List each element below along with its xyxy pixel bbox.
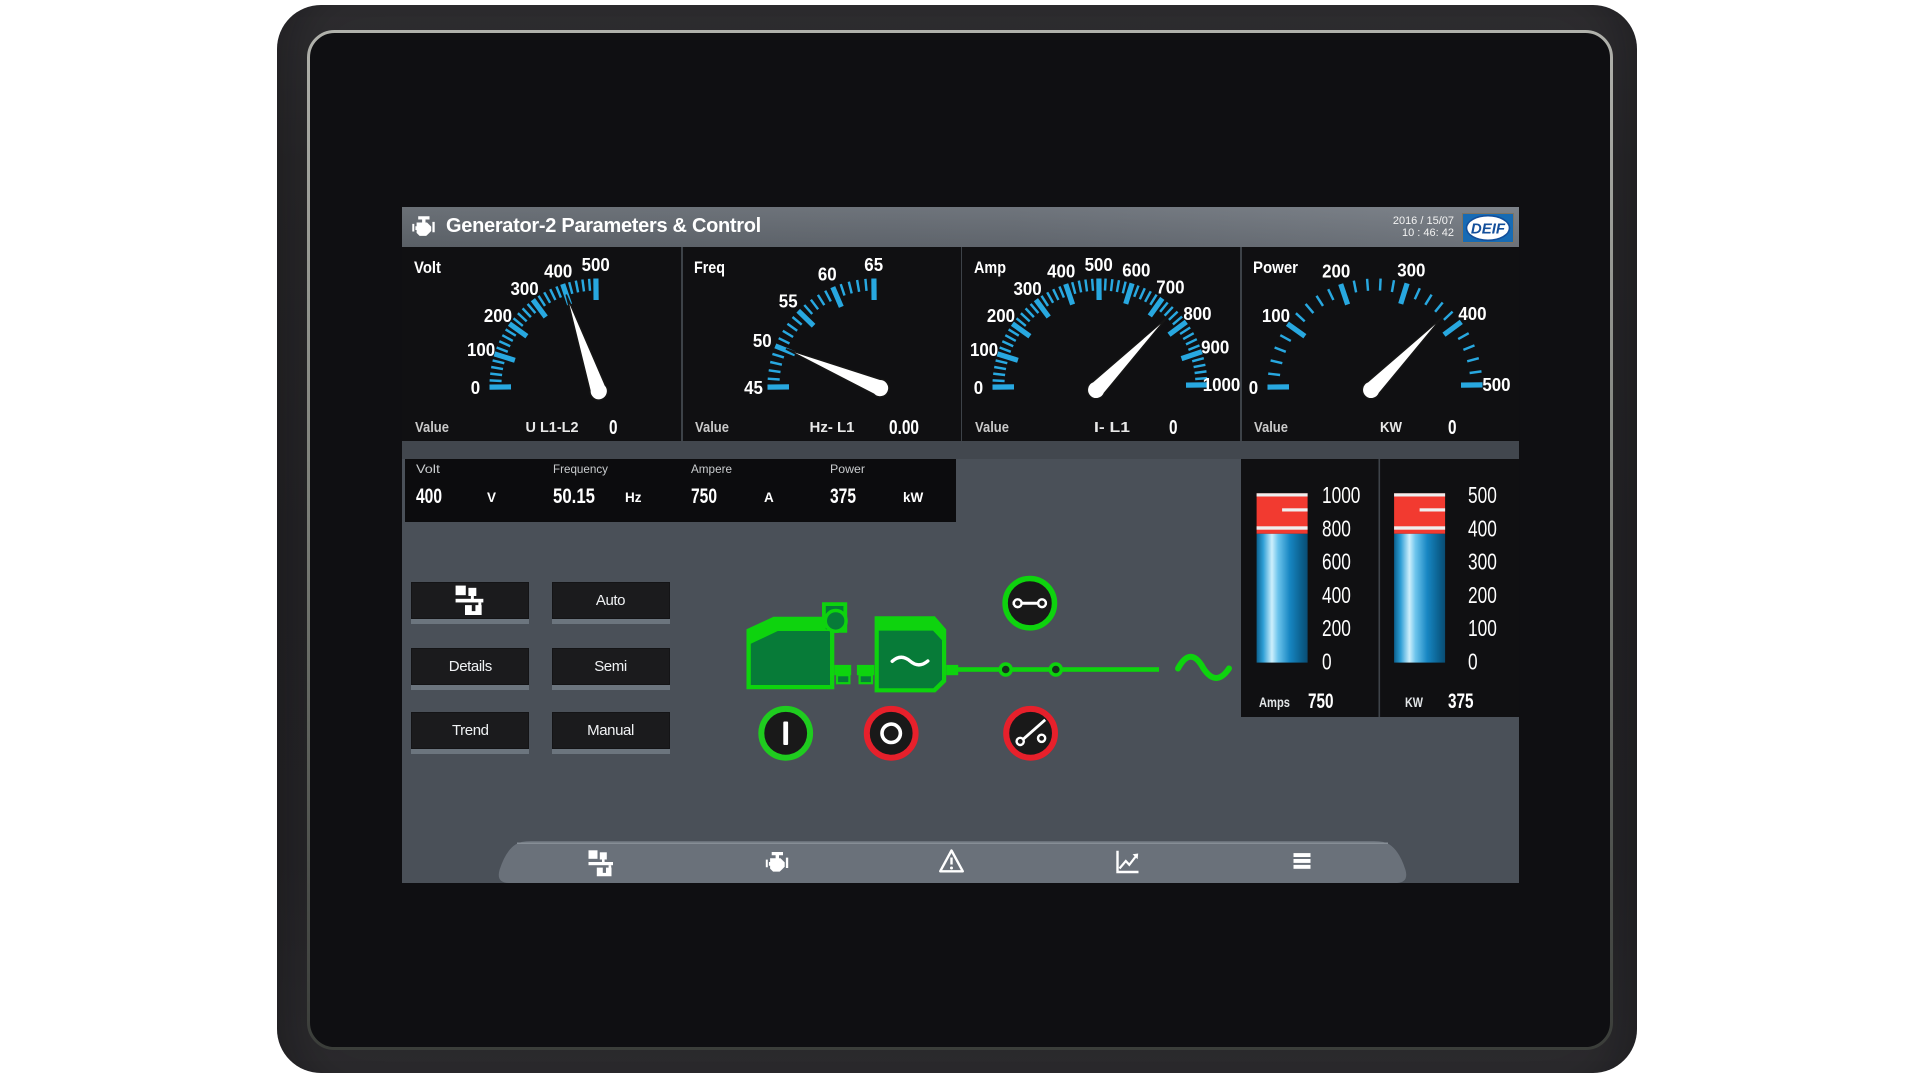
svg-text:100: 100 [467,340,495,360]
svg-text:0: 0 [1249,378,1258,398]
svg-text:400: 400 [544,261,572,281]
svg-text:600: 600 [1122,261,1150,281]
svg-text:Freq: Freq [694,259,725,277]
svg-text:300: 300 [1013,279,1041,299]
svg-text:0.00: 0.00 [889,417,919,439]
svg-text:55: 55 [779,292,798,312]
svg-text:Value: Value [695,420,729,436]
svg-text:100: 100 [1262,306,1290,326]
svg-text:DEIF: DEIF [1471,220,1506,237]
svg-text:0: 0 [1448,417,1457,439]
svg-text:I- L1: I- L1 [1094,419,1130,436]
svg-text:Value: Value [1254,420,1288,436]
svg-text:KW: KW [1380,419,1403,436]
svg-text:900: 900 [1201,338,1229,358]
svg-text:0: 0 [973,378,982,398]
svg-text:65: 65 [864,255,883,275]
svg-text:50: 50 [753,331,772,351]
svg-text:200: 200 [1322,261,1350,281]
svg-text:200: 200 [986,306,1014,326]
svg-text:400: 400 [1047,261,1075,281]
svg-text:200: 200 [484,306,512,326]
svg-text:Value: Value [415,420,449,436]
svg-text:1000: 1000 [1202,375,1239,395]
svg-text:500: 500 [582,255,610,275]
svg-text:45: 45 [744,378,763,398]
svg-text:100: 100 [970,340,998,360]
svg-text:Hz- L1: Hz- L1 [810,419,855,436]
svg-text:300: 300 [511,279,539,299]
svg-text:Power: Power [1253,259,1299,277]
svg-text:400: 400 [1458,304,1486,324]
svg-text:Value: Value [975,420,1009,436]
svg-text:300: 300 [1397,261,1425,281]
svg-text:60: 60 [818,265,837,285]
svg-text:0: 0 [471,378,480,398]
svg-text:0: 0 [1169,417,1178,439]
svg-text:800: 800 [1183,304,1211,324]
svg-text:Amp: Amp [974,259,1006,277]
svg-text:700: 700 [1156,278,1184,298]
svg-text:0: 0 [609,417,618,439]
svg-text:U L1-L2: U L1-L2 [526,419,579,436]
svg-text:500: 500 [1482,375,1510,395]
svg-text:500: 500 [1084,255,1112,275]
svg-text:Volt: Volt [414,259,441,277]
